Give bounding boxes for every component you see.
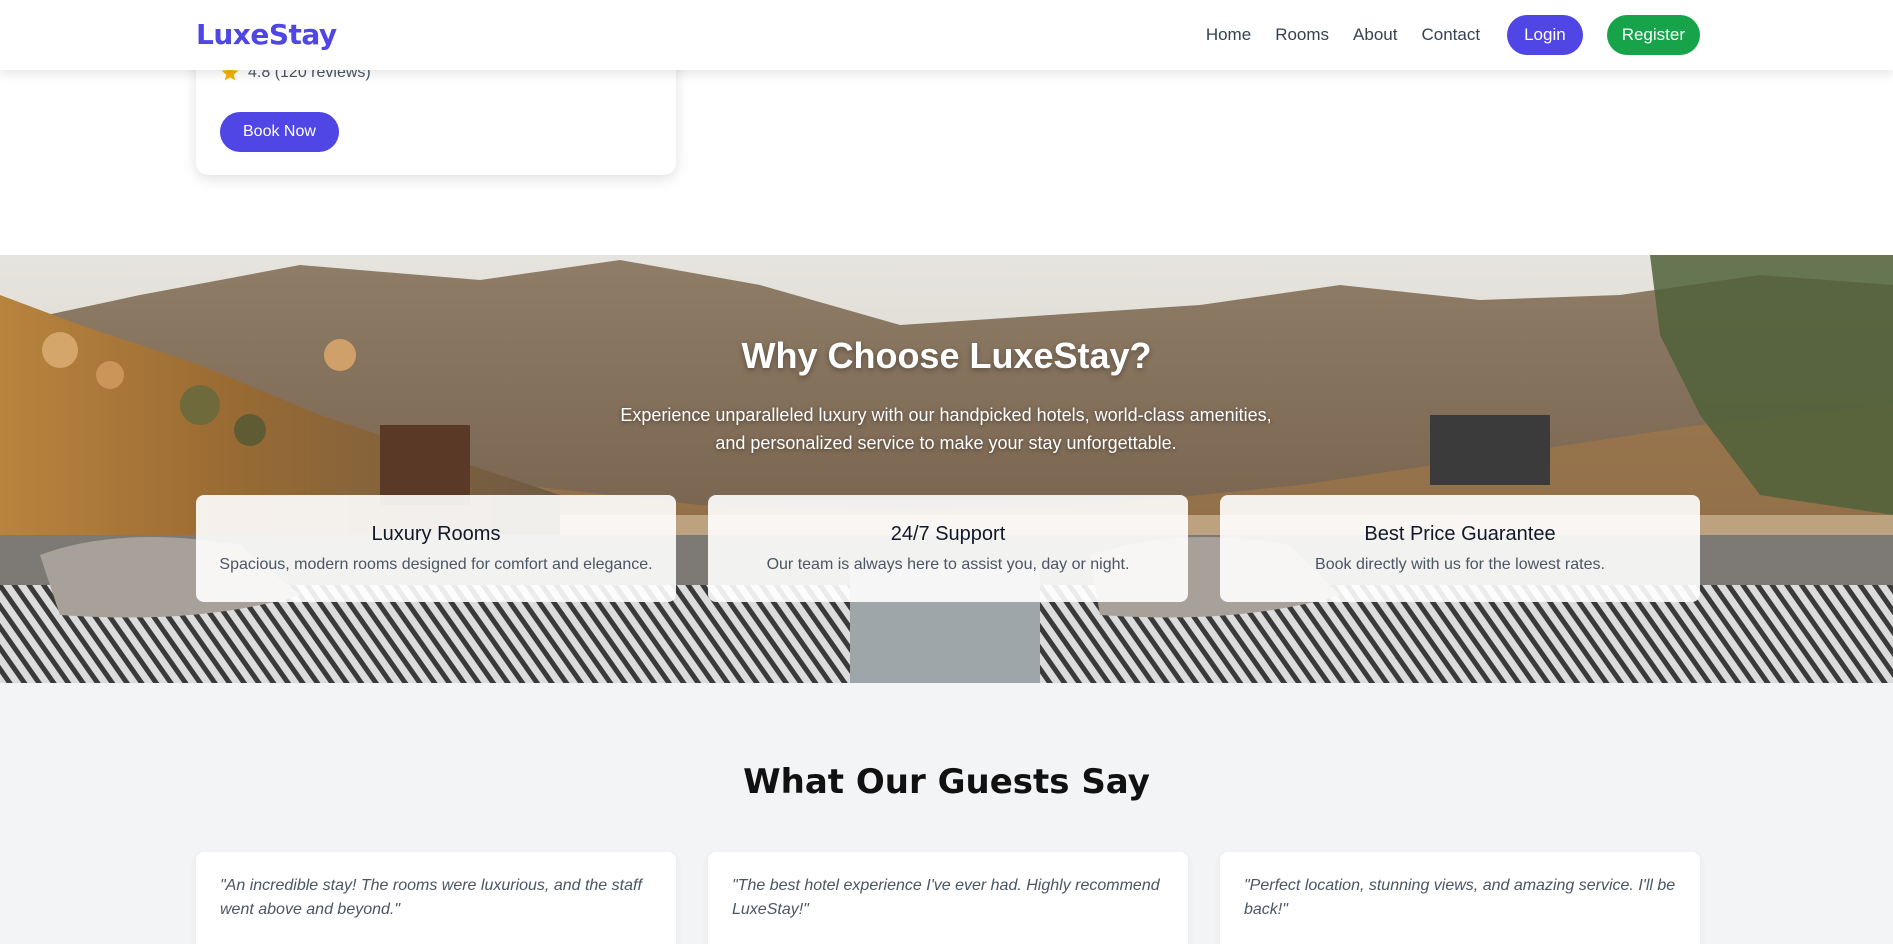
feature-title: Best Price Guarantee bbox=[1364, 523, 1556, 545]
brand-logo[interactable]: LuxeStay bbox=[196, 18, 337, 51]
feature-title: Luxury Rooms bbox=[371, 523, 501, 545]
nav-rooms[interactable]: Rooms bbox=[1275, 25, 1329, 45]
feature-card: Best Price Guarantee Book directly with … bbox=[1220, 495, 1700, 602]
nav-links: Home Rooms About Contact Login Register bbox=[1206, 15, 1700, 55]
feature-card: Luxury Rooms Spacious, modern rooms desi… bbox=[196, 495, 676, 602]
feature-card: 24/7 Support Our team is always here to … bbox=[708, 495, 1188, 602]
feature-desc: Spacious, modern rooms designed for comf… bbox=[219, 556, 653, 573]
login-button[interactable]: Login bbox=[1507, 15, 1583, 55]
testimonial-text: "An incredible stay! The rooms were luxu… bbox=[220, 877, 642, 918]
nav-contact[interactable]: Contact bbox=[1421, 25, 1480, 45]
page: 4.8 (120 reviews) Book Now LuxeStay Home… bbox=[0, 0, 1893, 944]
why-subtitle: Experience unparalleled luxury with our … bbox=[620, 405, 1272, 453]
feature-title: 24/7 Support bbox=[890, 523, 1006, 545]
why-title: Why Choose LuxeStay? bbox=[741, 335, 1152, 376]
testimonial-text: "The best hotel experience I've ever had… bbox=[732, 877, 1160, 918]
testimonial-card: "The best hotel experience I've ever had… bbox=[708, 852, 1188, 944]
features-row: Luxury Rooms Spacious, modern rooms desi… bbox=[196, 495, 1700, 602]
navbar: LuxeStay Home Rooms About Contact Login … bbox=[0, 0, 1893, 70]
feature-desc: Our team is always here to assist you, d… bbox=[766, 556, 1130, 573]
why-choose-section: Why Choose LuxeStay? Experience unparall… bbox=[0, 255, 1893, 683]
testimonials-title: What Our Guests Say bbox=[743, 762, 1150, 802]
book-now-button[interactable]: Book Now bbox=[220, 112, 339, 152]
testimonial-card: "Perfect location, stunning views, and a… bbox=[1220, 852, 1700, 944]
register-button[interactable]: Register bbox=[1606, 15, 1700, 55]
testimonial-card: "An incredible stay! The rooms were luxu… bbox=[196, 852, 676, 944]
nav-about[interactable]: About bbox=[1353, 25, 1397, 45]
testimonial-text: "Perfect location, stunning views, and a… bbox=[1244, 877, 1676, 918]
feature-desc: Book directly with us for the lowest rat… bbox=[1315, 556, 1605, 573]
hero-background-image bbox=[0, 255, 1893, 683]
nav-home[interactable]: Home bbox=[1206, 25, 1251, 45]
